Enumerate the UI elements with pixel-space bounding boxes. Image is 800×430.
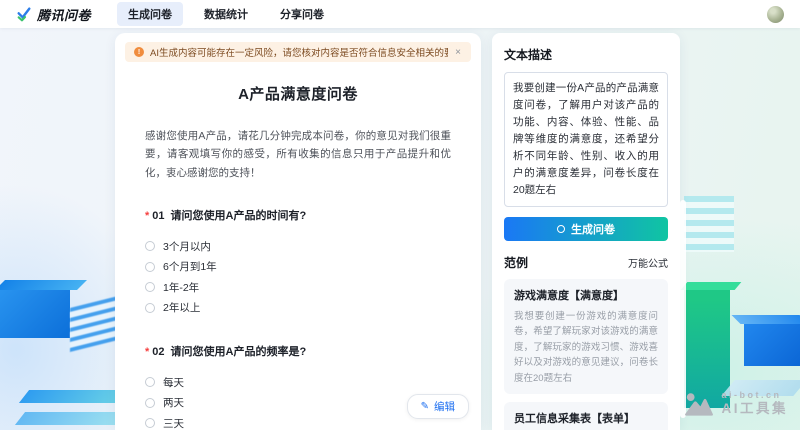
pencil-icon: ✎ xyxy=(421,402,429,412)
radio-option[interactable]: 三天 xyxy=(145,413,451,430)
ai-warning-banner: ! AI生成内容可能存在一定风险，请您核对内容是否符合信息安全相关的要求。 × xyxy=(125,42,471,62)
question: *01 请问您使用A产品的时间有? 3个月以内 6个月到1年 1年-2年 2年以上 xyxy=(145,207,451,318)
nav-tabs: 生成问卷数据统计分享问卷 xyxy=(117,2,335,26)
radio-icon[interactable] xyxy=(145,303,155,313)
radio-icon[interactable] xyxy=(145,418,155,428)
generator-sidebar: 文本描述 我要创建一份A产品的产品满意度问卷，了解用户对该产品的功能、内容、体验… xyxy=(492,33,680,430)
deco-stack-right xyxy=(684,196,734,252)
close-icon[interactable]: × xyxy=(454,47,462,58)
required-asterisk: * xyxy=(145,210,149,222)
example-title-row: 游戏满意度【满意度】 xyxy=(514,287,658,303)
question-number: 01 xyxy=(152,210,164,222)
edit-button-label: 编辑 xyxy=(434,399,455,414)
warning-text: AI生成内容可能存在一定风险，请您核对内容是否符合信息安全相关的要求。 xyxy=(150,45,448,59)
option-label: 2年以上 xyxy=(163,300,200,315)
question-number: 02 xyxy=(152,346,164,358)
question-text: 请问您使用A产品的时间有? xyxy=(171,210,307,222)
radio-option[interactable]: 两天 xyxy=(145,393,451,414)
radio-icon[interactable] xyxy=(145,282,155,292)
tab-分享问卷[interactable]: 分享问卷 xyxy=(269,2,335,26)
warning-icon: ! xyxy=(134,47,144,57)
radio-icon[interactable] xyxy=(145,262,155,272)
user-avatar[interactable] xyxy=(767,6,784,23)
radio-option[interactable]: 1年-2年 xyxy=(145,277,451,298)
survey-preview-card: ! AI生成内容可能存在一定风险，请您核对内容是否符合信息安全相关的要求。 × … xyxy=(115,33,481,430)
question: *02请问您使用A产品的频率是?每天两天三天一星期其他 xyxy=(145,343,451,430)
survey-body: A产品满意度问卷 感谢您使用A产品，请花几分钟完成本问卷，你的意见对我们很重要，… xyxy=(115,83,481,430)
text-description-title: 文本描述 xyxy=(504,46,668,63)
option-label: 3个月以内 xyxy=(163,239,211,254)
survey-title: A产品满意度问卷 xyxy=(145,83,451,104)
deco-cube-left xyxy=(0,290,70,338)
example-card[interactable]: 游戏满意度【满意度】我想要创建一份游戏的满意度问卷，希望了解玩家对该游戏的满意度… xyxy=(504,279,668,394)
example-card[interactable]: 员工信息采集表【表单】我想收集公司员工的基本信息，了解公司内员工的基本信息，包括… xyxy=(504,402,668,430)
questions-container: *01请问您使用A产品的时间有?3个月以内6个月到1年1年-2年2年以上*02请… xyxy=(145,207,451,430)
watermark-name: AI工具集 xyxy=(722,401,789,418)
watermark: ai-bot.cn AI工具集 xyxy=(684,390,789,418)
tab-数据统计[interactable]: 数据统计 xyxy=(193,2,259,26)
deco-cube-right xyxy=(744,324,800,366)
example-text: 我想要创建一份游戏的满意度问卷，希望了解玩家对该游戏的满意度，了解玩家的游戏习惯… xyxy=(514,309,658,386)
question-header: *02 请问您使用A产品的频率是? xyxy=(145,343,451,359)
option-label: 三天 xyxy=(163,416,184,430)
radio-option[interactable]: 6个月到1年 xyxy=(145,257,451,278)
option-label: 6个月到1年 xyxy=(163,259,217,274)
description-textarea[interactable]: 我要创建一份A产品的产品满意度问卷，了解用户对该产品的功能、内容、体验、性能、品… xyxy=(504,72,668,207)
radio-option[interactable]: 2年以上 xyxy=(145,298,451,319)
watermark-text: ai-bot.cn AI工具集 xyxy=(722,390,789,418)
radio-icon[interactable] xyxy=(145,398,155,408)
example-title: 员工信息采集表【表单】 xyxy=(514,410,635,426)
generate-survey-button[interactable]: 生成问卷 xyxy=(504,217,668,241)
magic-formula-link[interactable]: 万能公式 xyxy=(628,255,668,270)
example-title: 游戏满意度【满意度】 xyxy=(514,287,624,303)
radio-option[interactable]: 每天 xyxy=(145,372,451,393)
ring-icon xyxy=(557,225,565,233)
logo-text: 腾讯问卷 xyxy=(37,5,91,24)
question-header: *01 请问您使用A产品的时间有? xyxy=(145,207,451,223)
tab-生成问卷[interactable]: 生成问卷 xyxy=(117,2,183,26)
options-list: 每天两天三天一星期其他 xyxy=(145,372,451,430)
question-text: 请问您使用A产品的频率是? xyxy=(171,346,307,358)
radio-icon[interactable] xyxy=(145,377,155,387)
examples-title: 范例 xyxy=(504,254,528,271)
edit-button[interactable]: ✎ 编辑 xyxy=(407,394,469,419)
options-list: 3个月以内 6个月到1年 1年-2年 2年以上 xyxy=(145,236,451,318)
survey-description: 感谢您使用A产品，请花几分钟完成本问卷，你的意见对我们很重要，请客观填写你的感受… xyxy=(145,127,451,182)
examples-container: 游戏满意度【满意度】我想要创建一份游戏的满意度问卷，希望了解玩家对该游戏的满意度… xyxy=(504,279,668,430)
example-title-row: 员工信息采集表【表单】 xyxy=(514,410,658,426)
watermark-url: ai-bot.cn xyxy=(722,390,789,401)
page-scrollbar[interactable] xyxy=(680,200,686,418)
top-navbar: 腾讯问卷 生成问卷数据统计分享问卷 xyxy=(0,0,800,28)
radio-option[interactable]: 3个月以内 xyxy=(145,236,451,257)
option-label: 每天 xyxy=(163,375,184,390)
option-label: 两天 xyxy=(163,395,184,410)
generate-button-label: 生成问卷 xyxy=(571,221,615,237)
required-asterisk: * xyxy=(145,346,149,358)
ai-bot-logo-icon xyxy=(684,392,714,416)
examples-header: 范例 万能公式 xyxy=(504,254,668,271)
app-logo[interactable]: 腾讯问卷 xyxy=(16,5,91,24)
option-label: 1年-2年 xyxy=(163,280,199,295)
logo-check-icon xyxy=(16,6,32,22)
radio-icon[interactable] xyxy=(145,241,155,251)
